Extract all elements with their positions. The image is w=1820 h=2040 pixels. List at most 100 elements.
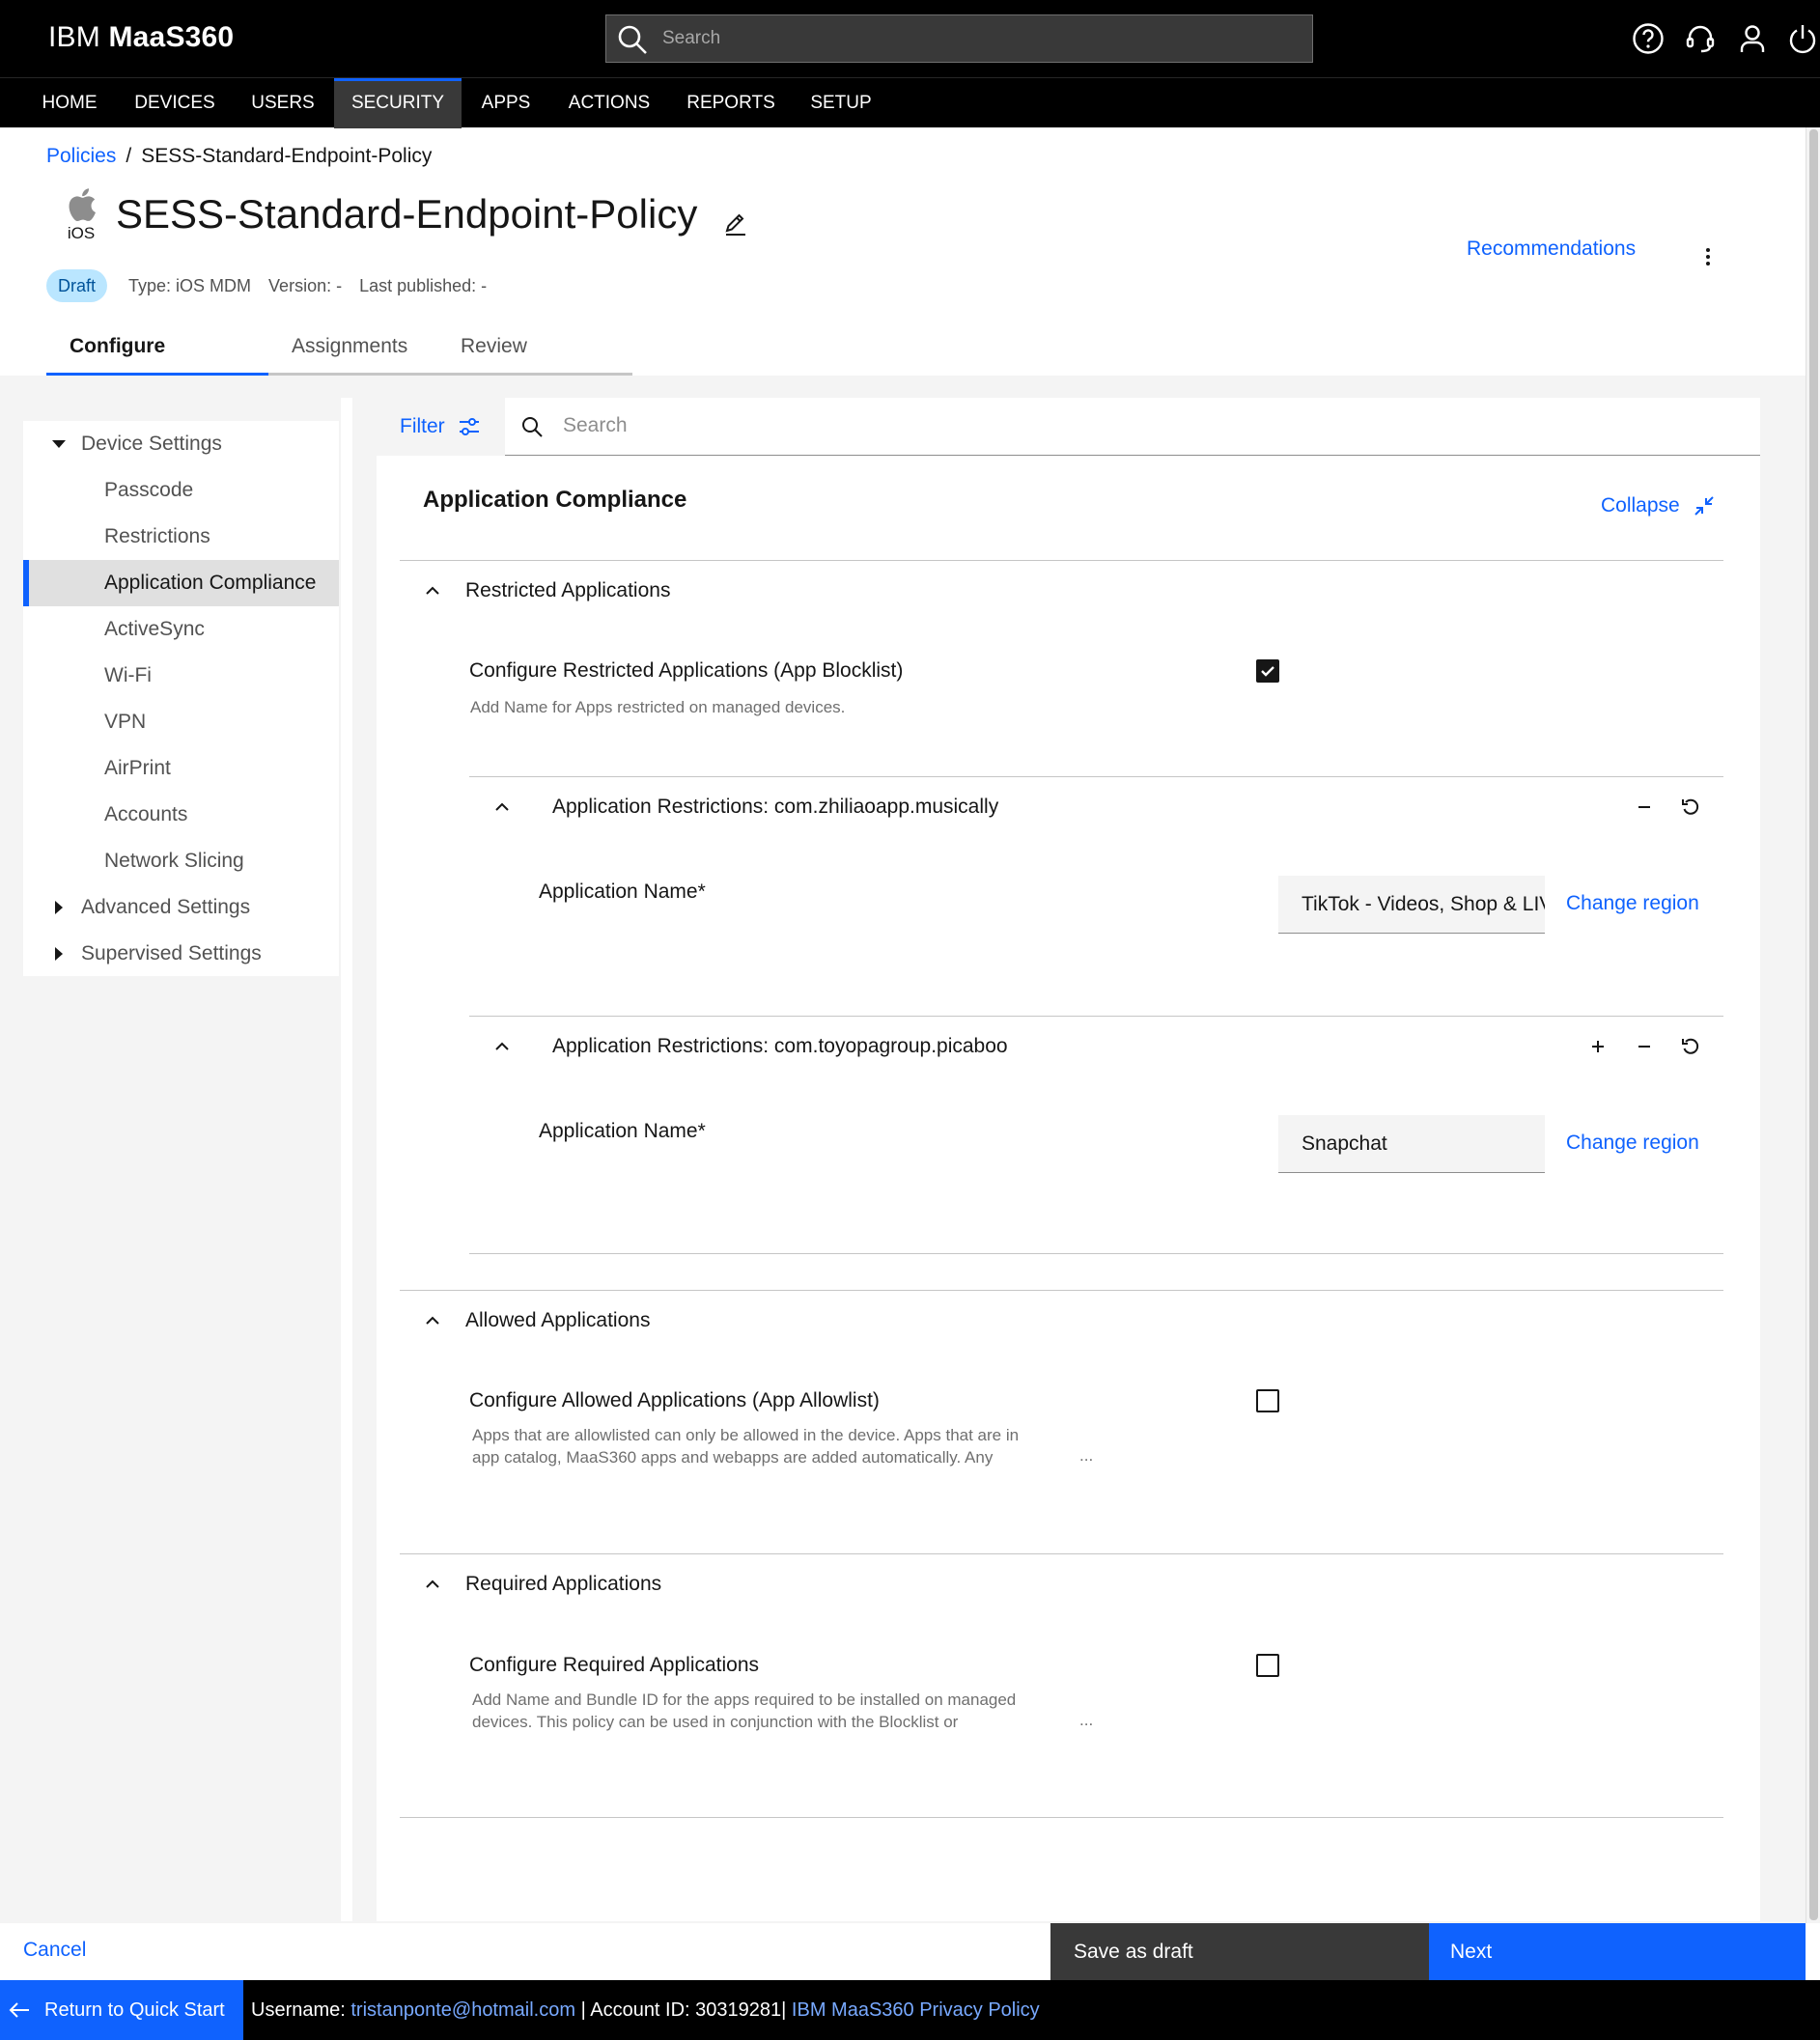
required-apps-checkbox[interactable] bbox=[1256, 1654, 1279, 1677]
tree-item-application-compliance[interactable]: Application Compliance bbox=[23, 560, 339, 606]
section-heading: Restricted Applications bbox=[465, 579, 671, 601]
tab-configure-settings[interactable]: Configure settings bbox=[46, 323, 268, 404]
policy-last-published: Last published: - bbox=[359, 275, 488, 295]
nav-actions[interactable]: ACTIONS bbox=[560, 78, 658, 128]
save-draft-button[interactable]: Save as draft bbox=[1050, 1923, 1429, 1980]
account-id-value: 30319281 bbox=[695, 1999, 782, 2021]
global-search-input[interactable] bbox=[662, 15, 1300, 62]
plus-icon bbox=[1592, 1041, 1604, 1052]
tree-device-settings-label: Device Settings bbox=[81, 433, 222, 455]
section-restricted-applications[interactable]: Restricted Applications bbox=[423, 572, 670, 610]
action-footer: Cancel Save as draft Next bbox=[0, 1923, 1806, 1980]
change-region-link[interactable]: Change region bbox=[1566, 1132, 1699, 1155]
section-allowed-applications[interactable]: Allowed Applications bbox=[423, 1301, 650, 1340]
setting-label: Configure Required Applications bbox=[469, 1654, 760, 1676]
remove-entry-button[interactable] bbox=[1629, 792, 1660, 823]
tree-supervised-settings[interactable]: Supervised Settings bbox=[23, 931, 339, 977]
filter-button[interactable]: Filter bbox=[377, 398, 505, 456]
tree-item-activesync[interactable]: ActiveSync bbox=[23, 606, 339, 653]
privacy-policy-link[interactable]: IBM MaaS360 Privacy Policy bbox=[792, 1999, 1040, 2021]
caret-down-icon bbox=[52, 440, 66, 448]
reset-entry-button[interactable] bbox=[1675, 1031, 1706, 1062]
remove-entry-button[interactable] bbox=[1629, 1031, 1660, 1062]
section-required-applications[interactable]: Required Applications bbox=[423, 1565, 661, 1604]
collapse-button[interactable]: Collapse bbox=[1601, 494, 1715, 517]
logout-power-icon[interactable] bbox=[1781, 17, 1820, 60]
tree-item-wifi[interactable]: Wi-Fi bbox=[23, 653, 339, 699]
top-header: IBM MaaS360 bbox=[0, 0, 1820, 77]
entry-tiktok-header[interactable]: Application Restrictions: com.zhiliaoapp… bbox=[492, 788, 998, 826]
search-icon bbox=[618, 25, 647, 54]
brand-logo[interactable]: IBM MaaS360 bbox=[48, 21, 234, 54]
divider bbox=[400, 560, 1723, 561]
more-text-ellipsis[interactable]: ... bbox=[1079, 1711, 1093, 1730]
divider bbox=[469, 776, 1723, 777]
reset-icon bbox=[1682, 1038, 1699, 1054]
nav-apps[interactable]: APPS bbox=[469, 78, 543, 128]
recommendations-link[interactable]: Recommendations bbox=[1467, 238, 1636, 261]
settings-search[interactable] bbox=[505, 398, 1760, 456]
page-scrollbar[interactable] bbox=[1806, 127, 1820, 1923]
tree-item-restrictions[interactable]: Restrictions bbox=[23, 514, 339, 560]
search-icon bbox=[522, 417, 543, 437]
setting-help-line-1: Apps that are allowlisted can only be al… bbox=[472, 1426, 1020, 1444]
tree-item-accounts[interactable]: Accounts bbox=[23, 792, 339, 838]
nav-devices[interactable]: DEVICES bbox=[124, 78, 226, 128]
next-button[interactable]: Next bbox=[1429, 1923, 1806, 1980]
nav-security[interactable]: SECURITY bbox=[334, 78, 462, 128]
tree-advanced-settings-label: Advanced Settings bbox=[81, 896, 251, 918]
breadcrumb-separator: / bbox=[126, 145, 132, 167]
reset-entry-button[interactable] bbox=[1675, 792, 1706, 823]
tree-item-vpn[interactable]: VPN bbox=[23, 699, 339, 745]
setting-help-line-2: devices. This policy can be used in conj… bbox=[472, 1713, 959, 1731]
chevron-up-icon bbox=[426, 1316, 439, 1325]
tree-item-network-slicing[interactable]: Network Slicing bbox=[23, 838, 339, 884]
nav-reports[interactable]: REPORTS bbox=[680, 78, 782, 128]
filter-sliders-icon bbox=[459, 418, 479, 435]
nav-home[interactable]: HOME bbox=[23, 78, 116, 128]
breadcrumb-policies-link[interactable]: Policies bbox=[46, 145, 116, 167]
tree-item-passcode[interactable]: Passcode bbox=[23, 467, 339, 514]
username-link[interactable]: tristanponte@hotmail.com bbox=[350, 1999, 575, 2021]
nav-users[interactable]: USERS bbox=[236, 78, 330, 128]
return-quick-start-button[interactable]: Return to Quick Start bbox=[0, 1980, 243, 2040]
global-search[interactable] bbox=[605, 14, 1313, 63]
scrollbar-thumb[interactable] bbox=[1809, 129, 1818, 1920]
tree-supervised-settings-label: Supervised Settings bbox=[81, 942, 262, 964]
chevron-up-icon bbox=[426, 586, 439, 595]
entry-snapchat-header[interactable]: Application Restrictions: com.toyopagrou… bbox=[492, 1027, 1008, 1066]
setting-help-line-2: app catalog, MaaS360 apps and webapps ar… bbox=[472, 1448, 994, 1467]
setting-help-line-1: Add Name and Bundle ID for the apps requ… bbox=[472, 1691, 1017, 1709]
support-headset-icon[interactable] bbox=[1679, 17, 1722, 60]
tree-advanced-settings[interactable]: Advanced Settings bbox=[23, 884, 339, 931]
os-badge: iOS bbox=[62, 186, 100, 243]
application-name-field[interactable]: Snapchat bbox=[1278, 1115, 1545, 1173]
help-icon[interactable] bbox=[1627, 17, 1669, 60]
settings-search-input[interactable] bbox=[563, 398, 1722, 454]
restricted-apps-checkbox[interactable] bbox=[1256, 659, 1279, 683]
application-name-label: Application Name* bbox=[539, 1120, 706, 1142]
allowed-apps-checkbox[interactable] bbox=[1256, 1389, 1279, 1412]
policy-type: Type: iOS MDM bbox=[128, 275, 252, 295]
user-profile-icon[interactable] bbox=[1731, 17, 1774, 60]
caret-right-icon bbox=[55, 947, 63, 961]
account-info: Username: tristanponte@hotmail.com | Acc… bbox=[251, 1980, 1040, 2040]
caret-right-icon bbox=[55, 901, 63, 914]
arrow-left-icon bbox=[9, 2002, 29, 2018]
tree-item-airprint[interactable]: AirPrint bbox=[23, 745, 339, 792]
tree-device-settings[interactable]: Device Settings bbox=[23, 421, 339, 467]
cancel-button[interactable]: Cancel bbox=[23, 1939, 86, 1962]
change-region-link[interactable]: Change region bbox=[1566, 892, 1699, 915]
tree-divider bbox=[341, 398, 352, 1921]
minus-icon bbox=[1638, 806, 1650, 808]
tab-review-changes[interactable]: Review changes bbox=[437, 323, 632, 404]
add-entry-button[interactable] bbox=[1582, 1031, 1613, 1062]
filter-label: Filter bbox=[400, 415, 445, 437]
edit-pencil-icon[interactable] bbox=[722, 210, 749, 238]
application-name-field[interactable]: TikTok - Videos, Shop & LIVE bbox=[1278, 876, 1545, 934]
entry-heading: Application Restrictions: com.toyopagrou… bbox=[552, 1035, 1008, 1057]
overflow-menu-icon[interactable] bbox=[1696, 245, 1720, 268]
status-badge: Draft bbox=[46, 269, 108, 302]
more-text-ellipsis[interactable]: ... bbox=[1079, 1446, 1093, 1466]
nav-setup[interactable]: SETUP bbox=[801, 78, 881, 128]
